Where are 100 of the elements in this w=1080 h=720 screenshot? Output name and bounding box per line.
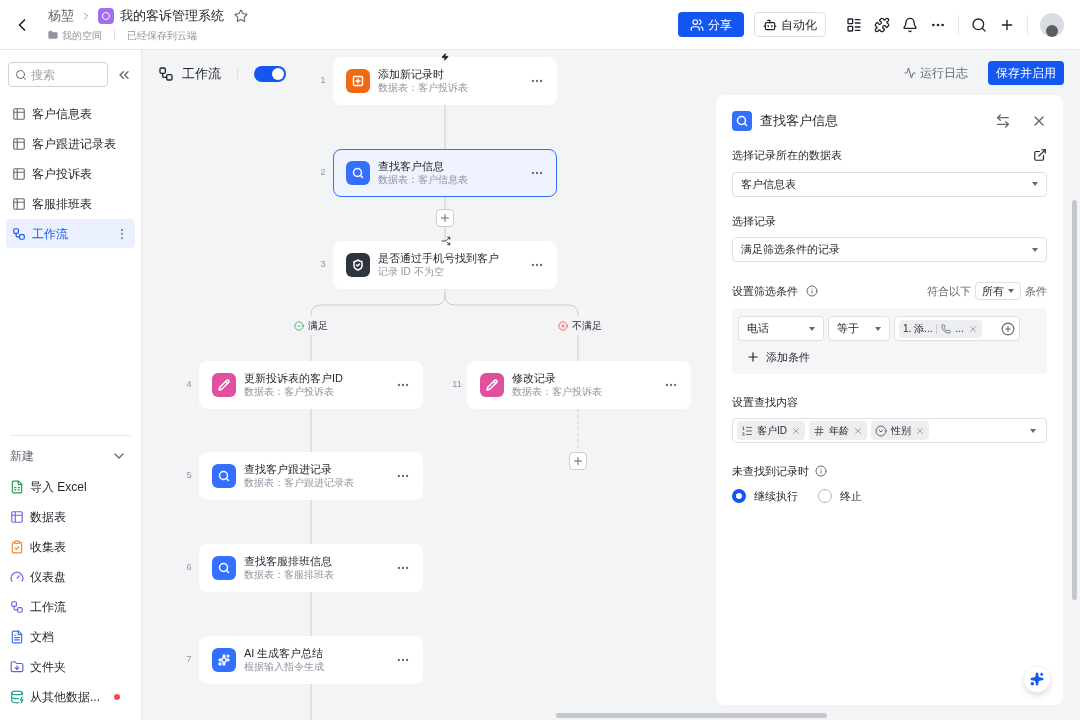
add-record-icon [352, 75, 364, 87]
node-title: 查找客服排班信息 [244, 554, 333, 569]
lightning-icon [441, 53, 449, 61]
option-icon [875, 424, 887, 437]
node-subtitle: 数据表：客户投诉表 [378, 81, 469, 95]
puzzle-icon[interactable] [874, 16, 890, 33]
create-item[interactable]: 从其他数据... [10, 682, 131, 712]
value-token: 1. 添... ... [899, 319, 982, 338]
table-select[interactable]: 客户信息表 [732, 171, 1047, 197]
workflow-node[interactable]: 添加新记录时 数据表：客户投诉表 [333, 57, 557, 105]
node-subtitle: 数据表：客户投诉表 [244, 385, 335, 399]
workflow-node[interactable]: AI 生成客户总结 根据输入指令生成 [199, 636, 423, 684]
sidebar-item[interactable]: 工作流 [6, 219, 135, 248]
ai-icon [218, 654, 230, 666]
folder-icon [48, 30, 58, 41]
step-number: 1 [319, 74, 327, 88]
match-select[interactable]: 所有 [975, 282, 1021, 300]
branch-label: 满足 [308, 319, 328, 333]
run-log-button[interactable]: 运行日志 [904, 64, 968, 82]
form-icon[interactable] [846, 16, 862, 33]
value-field[interactable]: 1. 添... ... [894, 316, 1020, 341]
star-icon[interactable] [234, 9, 248, 23]
field-label: 设置查找内容 [732, 394, 799, 410]
search-icon [218, 470, 230, 482]
create-item[interactable]: 文件夹 [10, 652, 131, 682]
search-icon [218, 562, 230, 574]
import-icon [10, 690, 24, 704]
sidebar-item[interactable]: 客服排班表 [6, 189, 135, 218]
node-title: 修改记录 [512, 371, 557, 386]
notification-icon[interactable] [902, 16, 918, 33]
radio-button[interactable] [818, 488, 832, 503]
avatar[interactable] [1040, 12, 1064, 37]
step-number: 5 [185, 469, 193, 483]
sidebar-item[interactable]: 客户投诉表 [6, 159, 135, 188]
sidebar-item[interactable]: 客户信息表 [6, 99, 135, 128]
radio-button[interactable] [732, 488, 746, 503]
node-subtitle: 数据表：客户信息表 [378, 173, 469, 187]
workflow-node[interactable]: 更新投诉表的客户ID 数据表：客户投诉表 [199, 361, 423, 409]
sidebar-item[interactable]: 客户跟进记录表 [6, 129, 135, 158]
plus-icon [439, 212, 451, 224]
workflow-node[interactable]: 查找客户信息 数据表：客户信息表 [333, 149, 557, 197]
open-icon[interactable] [1033, 148, 1047, 163]
node-title: 查找客户信息 [378, 159, 445, 174]
workflow-node[interactable]: 查找客户跟进记录 数据表：客户跟进记录表 [199, 452, 423, 500]
add-icon[interactable] [1001, 321, 1015, 336]
folder-icon [10, 660, 24, 674]
create-item[interactable]: 工作流 [10, 592, 131, 622]
search-input[interactable]: 搜索 [31, 65, 101, 84]
automation-button[interactable]: 自动化 [754, 12, 826, 37]
info-icon[interactable] [806, 285, 818, 297]
edit-icon [218, 379, 230, 391]
step-number: 4 [185, 378, 193, 392]
workflow-title: 工作流 [182, 65, 221, 83]
match-suffix: 条件 [1025, 283, 1047, 299]
enable-toggle[interactable] [254, 65, 286, 82]
save-status: 已经保存到云端 [127, 28, 197, 43]
info-icon[interactable] [815, 465, 827, 478]
field-label: 选择记录 [732, 213, 777, 229]
radio-option[interactable]: 终止 [818, 487, 862, 504]
swap-icon[interactable] [995, 113, 1011, 129]
ai-assistant-button[interactable] [1023, 665, 1051, 693]
record-select[interactable]: 满足筛选条件的记录 [732, 237, 1047, 262]
create-item[interactable]: 收集表 [10, 532, 131, 562]
node-subtitle: 记录 ID 不为空 [378, 265, 445, 279]
activity-icon [904, 67, 916, 79]
phone-icon [941, 323, 952, 334]
search-field[interactable]: 搜索 [8, 62, 108, 87]
scrollbar[interactable] [1072, 200, 1077, 600]
create-item[interactable]: 导入 Excel [10, 472, 131, 502]
autonumber-icon [741, 424, 753, 437]
create-item[interactable]: 文档 [10, 622, 131, 652]
new-section-label: 新建 [10, 448, 34, 465]
field-select[interactable]: 电话 [738, 316, 824, 341]
node-title: 更新投诉表的客户ID [244, 371, 344, 386]
edit-icon [486, 379, 498, 391]
create-item[interactable]: 仪表盘 [10, 562, 131, 592]
x-circle-icon [558, 320, 568, 331]
table-icon [10, 510, 24, 524]
workflow-node[interactable]: 查找客服排班信息 数据表：客服排班表 [199, 544, 423, 592]
field-label: 设置筛选条件 [732, 283, 798, 299]
step-number: 6 [185, 561, 193, 575]
workflow-node[interactable]: 是否通过手机号找到客户 记录 ID 不为空 [333, 241, 557, 289]
add-condition-button[interactable]: 添加条件 [746, 349, 810, 366]
scrollbar[interactable] [556, 713, 827, 718]
share-button[interactable]: 分享 [678, 12, 744, 37]
step-number: 3 [319, 258, 327, 272]
number-icon [813, 424, 825, 437]
operator-select[interactable]: 等于 [828, 316, 890, 341]
panel-title: 查找客户信息 [760, 112, 839, 131]
field-label: 未查找到记录时 [732, 464, 809, 479]
form-icon [10, 540, 24, 554]
radio-option[interactable]: 继续执行 [732, 487, 798, 504]
save-enable-button[interactable]: 保存并启用 [988, 61, 1064, 85]
search-icon[interactable] [971, 16, 987, 33]
breadcrumb-parent[interactable]: 杨堃 [48, 6, 74, 26]
workflow-node[interactable]: 修改记录 数据表：客户投诉表 [467, 361, 691, 409]
step-number: 11 [451, 378, 463, 392]
branch-icon [441, 236, 451, 246]
create-item[interactable]: 数据表 [10, 502, 131, 532]
people-icon [690, 17, 704, 32]
